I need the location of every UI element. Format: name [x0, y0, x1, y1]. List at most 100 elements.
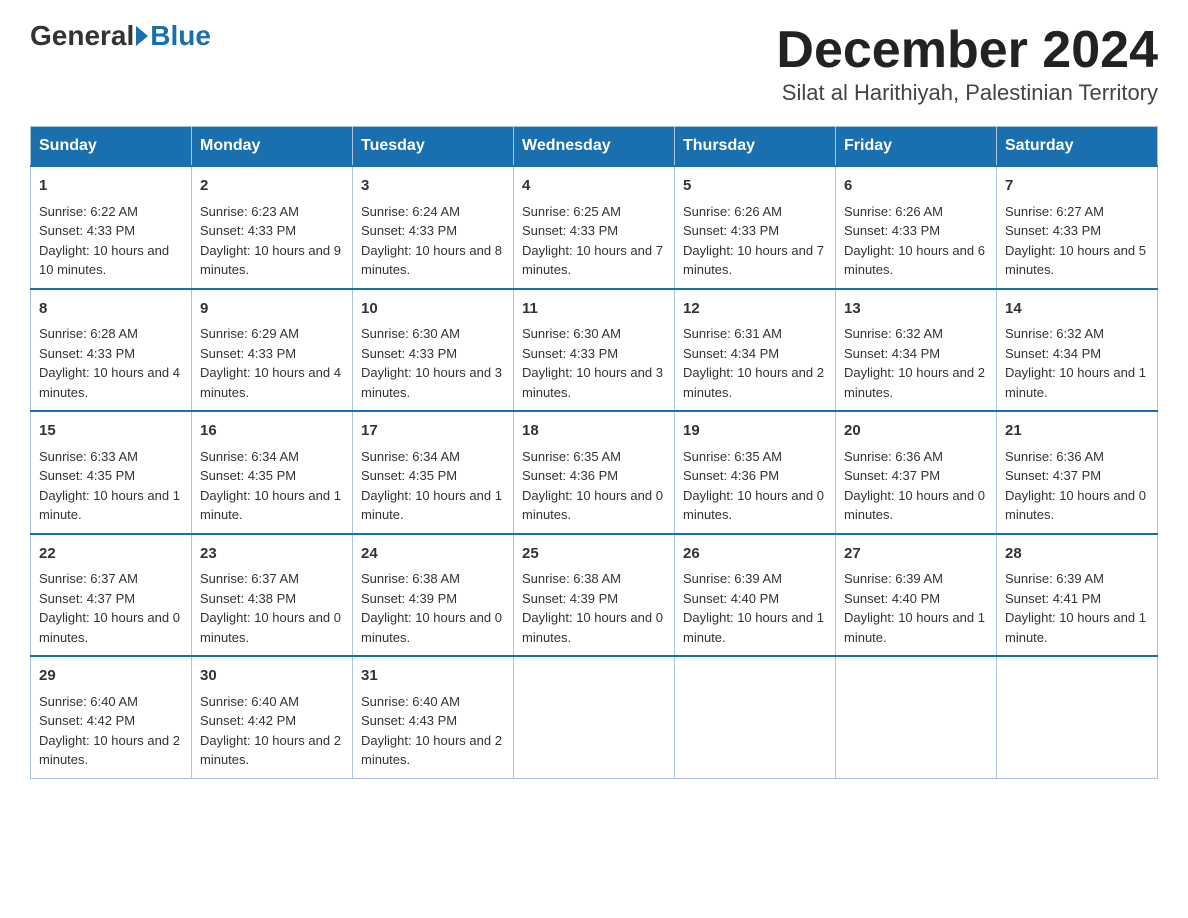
table-row	[675, 656, 836, 778]
table-row: 11 Sunrise: 6:30 AM Sunset: 4:33 PM Dayl…	[514, 289, 675, 412]
col-monday: Monday	[192, 127, 353, 167]
sunset-text: Sunset: 4:35 PM	[39, 468, 135, 483]
daylight-text: Daylight: 10 hours and 1 minute.	[361, 488, 502, 523]
day-number: 15	[39, 420, 183, 443]
daylight-text: Daylight: 10 hours and 2 minutes.	[683, 365, 824, 400]
sunset-text: Sunset: 4:42 PM	[39, 713, 135, 728]
sunset-text: Sunset: 4:35 PM	[361, 468, 457, 483]
sunset-text: Sunset: 4:42 PM	[200, 713, 296, 728]
table-row: 25 Sunrise: 6:38 AM Sunset: 4:39 PM Dayl…	[514, 534, 675, 657]
table-row: 15 Sunrise: 6:33 AM Sunset: 4:35 PM Dayl…	[31, 411, 192, 534]
table-row: 10 Sunrise: 6:30 AM Sunset: 4:33 PM Dayl…	[353, 289, 514, 412]
col-sunday: Sunday	[31, 127, 192, 167]
sunset-text: Sunset: 4:33 PM	[522, 346, 618, 361]
calendar-week-row: 22 Sunrise: 6:37 AM Sunset: 4:37 PM Dayl…	[31, 534, 1158, 657]
table-row: 7 Sunrise: 6:27 AM Sunset: 4:33 PM Dayli…	[997, 166, 1158, 289]
sunrise-text: Sunrise: 6:36 AM	[1005, 449, 1104, 464]
sunrise-text: Sunrise: 6:40 AM	[361, 694, 460, 709]
daylight-text: Daylight: 10 hours and 8 minutes.	[361, 243, 502, 278]
day-number: 10	[361, 298, 505, 321]
sunset-text: Sunset: 4:33 PM	[39, 223, 135, 238]
sunrise-text: Sunrise: 6:35 AM	[522, 449, 621, 464]
sunrise-text: Sunrise: 6:39 AM	[844, 571, 943, 586]
daylight-text: Daylight: 10 hours and 3 minutes.	[361, 365, 502, 400]
day-number: 26	[683, 543, 827, 566]
day-number: 22	[39, 543, 183, 566]
daylight-text: Daylight: 10 hours and 0 minutes.	[522, 488, 663, 523]
sunrise-text: Sunrise: 6:32 AM	[844, 326, 943, 341]
daylight-text: Daylight: 10 hours and 2 minutes.	[39, 733, 180, 768]
sunset-text: Sunset: 4:36 PM	[522, 468, 618, 483]
day-number: 14	[1005, 298, 1149, 321]
daylight-text: Daylight: 10 hours and 2 minutes.	[361, 733, 502, 768]
day-number: 21	[1005, 420, 1149, 443]
sunrise-text: Sunrise: 6:39 AM	[1005, 571, 1104, 586]
table-row: 8 Sunrise: 6:28 AM Sunset: 4:33 PM Dayli…	[31, 289, 192, 412]
table-row: 3 Sunrise: 6:24 AM Sunset: 4:33 PM Dayli…	[353, 166, 514, 289]
sunrise-text: Sunrise: 6:30 AM	[361, 326, 460, 341]
day-number: 24	[361, 543, 505, 566]
col-saturday: Saturday	[997, 127, 1158, 167]
sunset-text: Sunset: 4:33 PM	[361, 346, 457, 361]
table-row: 29 Sunrise: 6:40 AM Sunset: 4:42 PM Dayl…	[31, 656, 192, 778]
day-number: 4	[522, 175, 666, 198]
day-number: 27	[844, 543, 988, 566]
daylight-text: Daylight: 10 hours and 5 minutes.	[1005, 243, 1146, 278]
daylight-text: Daylight: 10 hours and 4 minutes.	[200, 365, 341, 400]
sunrise-text: Sunrise: 6:29 AM	[200, 326, 299, 341]
col-tuesday: Tuesday	[353, 127, 514, 167]
day-number: 20	[844, 420, 988, 443]
daylight-text: Daylight: 10 hours and 9 minutes.	[200, 243, 341, 278]
sunrise-text: Sunrise: 6:26 AM	[683, 204, 782, 219]
daylight-text: Daylight: 10 hours and 2 minutes.	[200, 733, 341, 768]
day-number: 28	[1005, 543, 1149, 566]
sunset-text: Sunset: 4:33 PM	[200, 223, 296, 238]
day-number: 19	[683, 420, 827, 443]
sunrise-text: Sunrise: 6:36 AM	[844, 449, 943, 464]
sunrise-text: Sunrise: 6:26 AM	[844, 204, 943, 219]
daylight-text: Daylight: 10 hours and 2 minutes.	[844, 365, 985, 400]
calendar-week-row: 1 Sunrise: 6:22 AM Sunset: 4:33 PM Dayli…	[31, 166, 1158, 289]
table-row	[836, 656, 997, 778]
table-row: 20 Sunrise: 6:36 AM Sunset: 4:37 PM Dayl…	[836, 411, 997, 534]
daylight-text: Daylight: 10 hours and 0 minutes.	[361, 610, 502, 645]
sunset-text: Sunset: 4:35 PM	[200, 468, 296, 483]
table-row: 24 Sunrise: 6:38 AM Sunset: 4:39 PM Dayl…	[353, 534, 514, 657]
sunset-text: Sunset: 4:34 PM	[683, 346, 779, 361]
day-number: 18	[522, 420, 666, 443]
daylight-text: Daylight: 10 hours and 1 minute.	[1005, 610, 1146, 645]
daylight-text: Daylight: 10 hours and 7 minutes.	[522, 243, 663, 278]
daylight-text: Daylight: 10 hours and 6 minutes.	[844, 243, 985, 278]
day-number: 9	[200, 298, 344, 321]
logo-blue-text: Blue	[150, 20, 211, 52]
col-wednesday: Wednesday	[514, 127, 675, 167]
day-number: 16	[200, 420, 344, 443]
daylight-text: Daylight: 10 hours and 0 minutes.	[522, 610, 663, 645]
table-row	[514, 656, 675, 778]
table-row: 23 Sunrise: 6:37 AM Sunset: 4:38 PM Dayl…	[192, 534, 353, 657]
sunrise-text: Sunrise: 6:22 AM	[39, 204, 138, 219]
table-row	[997, 656, 1158, 778]
day-number: 2	[200, 175, 344, 198]
daylight-text: Daylight: 10 hours and 10 minutes.	[39, 243, 169, 278]
table-row: 4 Sunrise: 6:25 AM Sunset: 4:33 PM Dayli…	[514, 166, 675, 289]
day-number: 31	[361, 665, 505, 688]
daylight-text: Daylight: 10 hours and 0 minutes.	[683, 488, 824, 523]
sunset-text: Sunset: 4:43 PM	[361, 713, 457, 728]
sunrise-text: Sunrise: 6:38 AM	[522, 571, 621, 586]
table-row: 17 Sunrise: 6:34 AM Sunset: 4:35 PM Dayl…	[353, 411, 514, 534]
day-number: 11	[522, 298, 666, 321]
table-row: 16 Sunrise: 6:34 AM Sunset: 4:35 PM Dayl…	[192, 411, 353, 534]
table-row: 5 Sunrise: 6:26 AM Sunset: 4:33 PM Dayli…	[675, 166, 836, 289]
sunrise-text: Sunrise: 6:37 AM	[200, 571, 299, 586]
col-thursday: Thursday	[675, 127, 836, 167]
daylight-text: Daylight: 10 hours and 7 minutes.	[683, 243, 824, 278]
table-row: 26 Sunrise: 6:39 AM Sunset: 4:40 PM Dayl…	[675, 534, 836, 657]
sunrise-text: Sunrise: 6:40 AM	[200, 694, 299, 709]
sunrise-text: Sunrise: 6:28 AM	[39, 326, 138, 341]
daylight-text: Daylight: 10 hours and 1 minute.	[1005, 365, 1146, 400]
calendar-week-row: 15 Sunrise: 6:33 AM Sunset: 4:35 PM Dayl…	[31, 411, 1158, 534]
table-row: 1 Sunrise: 6:22 AM Sunset: 4:33 PM Dayli…	[31, 166, 192, 289]
day-number: 13	[844, 298, 988, 321]
table-row: 21 Sunrise: 6:36 AM Sunset: 4:37 PM Dayl…	[997, 411, 1158, 534]
